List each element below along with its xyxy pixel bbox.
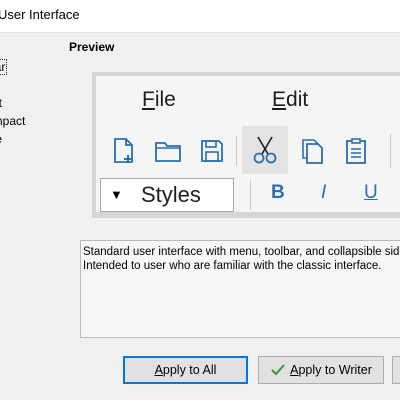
description-line: Intended to user who are familiar with t…	[83, 260, 382, 272]
option-compact[interactable]: act	[0, 96, 2, 110]
dropdown-arrow-icon: ▼	[110, 187, 123, 202]
preview-frame: File Edit ▼ Styles B I U	[92, 72, 400, 218]
option-single[interactable]: gle	[0, 132, 2, 146]
mnemonic: A	[154, 363, 163, 377]
cut-icon	[242, 126, 288, 174]
styles-label: Styles	[141, 182, 201, 207]
preview-ui: File Edit ▼ Styles B I U	[96, 76, 400, 212]
toolbar-separator	[236, 136, 237, 166]
option-label: bar	[0, 59, 8, 75]
mnemonic: F	[142, 88, 155, 111]
preview-heading: Preview	[69, 40, 115, 54]
menu-file: File	[142, 88, 176, 112]
menu-edit-label: dit	[286, 88, 309, 111]
paste-icon	[336, 131, 376, 171]
menu-edit: Edit	[272, 88, 308, 112]
menu-file-label: ile	[154, 88, 176, 111]
apply-to-all-button[interactable]: Apply to All	[123, 356, 248, 384]
mnemonic: A	[290, 363, 299, 377]
save-icon	[192, 131, 232, 171]
apply-to-writer-button[interactable]: Apply to Writer	[258, 356, 384, 384]
bold-icon: B	[271, 182, 285, 203]
checkmark-icon	[271, 364, 285, 376]
option-label: act	[0, 96, 3, 110]
italic-icon: I	[321, 182, 327, 203]
window-title: User Interface	[0, 7, 80, 22]
close-button-partial[interactable]	[392, 356, 400, 384]
option-single-compact[interactable]: ompact	[0, 114, 25, 128]
toolbar-separator	[250, 180, 251, 210]
option-label: ompact	[0, 114, 26, 128]
new-document-icon	[104, 131, 144, 171]
underline-icon: U	[364, 182, 378, 203]
styles-dropdown: ▼ Styles	[100, 178, 234, 212]
open-folder-icon	[148, 131, 188, 171]
apply-to-all-label: pply to All	[162, 363, 217, 377]
mnemonic: E	[272, 88, 287, 111]
title-bar: User Interface	[0, 0, 400, 33]
description-text: Standard user interface with menu, toolb…	[80, 240, 400, 338]
option-label: gle	[0, 132, 2, 146]
toolbar-separator	[390, 134, 391, 168]
description-line: Standard user interface with menu, toolb…	[83, 246, 400, 258]
option-standard-toolbar[interactable]: bar	[0, 59, 8, 75]
apply-to-writer-label: pply to Writer	[298, 363, 372, 377]
copy-icon	[292, 131, 332, 171]
